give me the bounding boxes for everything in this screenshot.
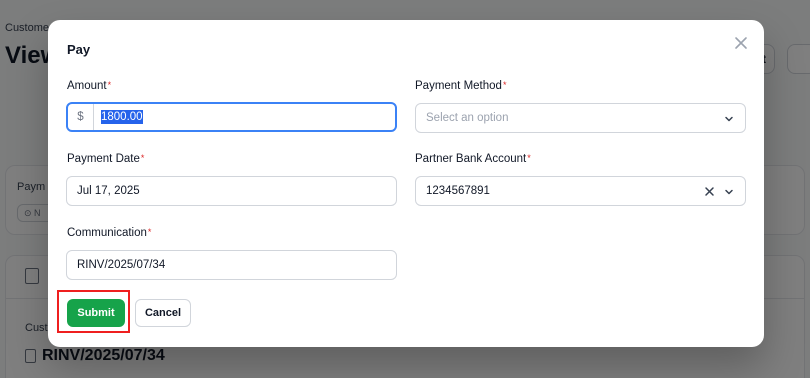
- amount-label: Amount*: [67, 80, 112, 92]
- partner-bank-account-select[interactable]: 1234567891: [415, 176, 746, 206]
- pay-modal: Pay Amount* $ 1800.00 Payment Method* Se…: [48, 20, 764, 347]
- currency-prefix: $: [68, 104, 94, 130]
- payment-date-label: Payment Date*: [67, 153, 145, 165]
- amount-input[interactable]: $ 1800.00: [66, 102, 397, 132]
- partner-bank-account-label: Partner Bank Account*: [415, 153, 531, 165]
- clear-icon[interactable]: [704, 186, 715, 197]
- partner-bank-account-value: 1234567891: [426, 185, 490, 197]
- close-icon[interactable]: [733, 35, 749, 51]
- submit-button[interactable]: Submit: [67, 299, 125, 327]
- cancel-button[interactable]: Cancel: [135, 299, 191, 327]
- payment-date-input[interactable]: Jul 17, 2025: [66, 176, 397, 206]
- communication-value: RINV/2025/07/34: [77, 259, 166, 271]
- payment-method-label: Payment Method*: [415, 80, 507, 92]
- chevron-down-icon: [725, 189, 733, 195]
- chevron-down-icon: [725, 116, 733, 122]
- amount-value: 1800.00: [101, 110, 143, 124]
- communication-input[interactable]: RINV/2025/07/34: [66, 250, 397, 280]
- payment-method-placeholder: Select an option: [426, 112, 509, 124]
- modal-title: Pay: [67, 42, 91, 57]
- payment-method-select[interactable]: Select an option: [415, 103, 746, 133]
- payment-date-value: Jul 17, 2025: [77, 185, 140, 197]
- communication-label: Communication*: [67, 227, 152, 239]
